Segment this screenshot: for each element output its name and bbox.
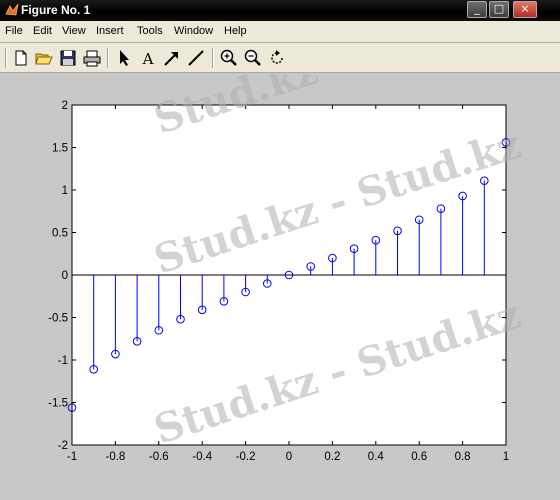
save-icon[interactable] (58, 48, 78, 68)
x-tick-label: 0 (286, 451, 292, 463)
y-tick-label: -2 (58, 440, 68, 452)
minimize-button[interactable]: _ (467, 1, 487, 18)
edit-plot-arrow-icon[interactable] (114, 48, 134, 68)
window-title: Figure No. 1 (21, 3, 91, 17)
y-tick-label: 1.5 (52, 143, 68, 155)
y-tick-label: 0.5 (52, 228, 68, 240)
y-tick-label: 1 (62, 185, 68, 197)
menu-edit[interactable]: Edit (33, 25, 52, 37)
x-tick-label: 0.4 (368, 451, 385, 463)
menu-help[interactable]: Help (224, 25, 247, 37)
insert-arrow-icon[interactable] (162, 48, 182, 68)
menu-tools[interactable]: Tools (137, 25, 163, 37)
y-tick-label: 2 (62, 100, 68, 112)
y-tick-label: -1.5 (48, 398, 68, 410)
y-tick-label: -0.5 (48, 313, 68, 325)
menu-insert[interactable]: Insert (96, 25, 124, 37)
figure-canvas: -1 -0.8 -0.6 -0.4 -0.2 0 0.2 0.4 0.6 0.8 1 2 1.5 1 0.5… (0, 0, 560, 500)
menu-file[interactable]: File (5, 25, 23, 37)
toolbar-separator (212, 48, 214, 68)
x-tick-label: -0.6 (149, 451, 169, 463)
menu-view[interactable]: View (62, 25, 86, 37)
close-button[interactable]: × (513, 1, 537, 18)
toolbar-separator (5, 48, 7, 68)
svg-text:A: A (142, 50, 154, 68)
window-titlebar: Figure No. 1 _ □ × (0, 0, 560, 21)
figure-toolbar: A (0, 43, 560, 73)
menu-window[interactable]: Window (174, 25, 213, 37)
stem-plot: -1 -0.8 -0.6 -0.4 -0.2 0 0.2 0.4 0.6 0.8 1 2 1.5 1 0.5… (0, 0, 560, 495)
x-tick-label: -1 (67, 451, 77, 463)
open-file-icon[interactable] (34, 48, 54, 68)
matlab-logo-icon (5, 3, 19, 17)
x-tick-label: 0.8 (455, 451, 471, 463)
new-figure-icon[interactable] (11, 48, 31, 68)
zoom-out-icon[interactable] (243, 48, 263, 68)
menu-bar: File Edit View Insert Tools Window Help (0, 21, 560, 43)
rotate-3d-icon[interactable] (267, 48, 287, 68)
insert-line-icon[interactable] (186, 48, 206, 68)
zoom-in-icon[interactable] (219, 48, 239, 68)
x-tick-label: 1 (503, 451, 509, 463)
insert-text-icon[interactable]: A (138, 48, 158, 68)
x-tick-label: 0.6 (411, 451, 427, 463)
y-tick-label: 0 (62, 270, 68, 282)
maximize-button[interactable]: □ (489, 1, 509, 18)
toolbar-separator (107, 48, 109, 68)
x-tick-label: -0.4 (192, 451, 212, 463)
x-tick-label: -0.2 (236, 451, 256, 463)
y-tick-label: -1 (58, 355, 68, 367)
print-icon[interactable] (82, 48, 102, 68)
x-tick-label: -0.8 (105, 451, 125, 463)
x-tick-label: 0.2 (324, 451, 340, 463)
